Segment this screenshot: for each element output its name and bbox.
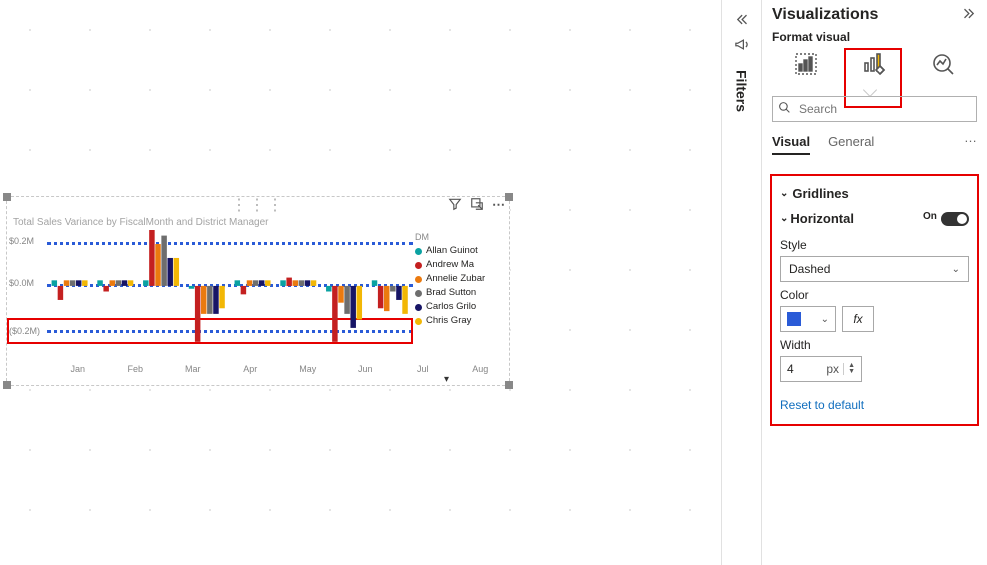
search-input[interactable]: [772, 96, 977, 122]
legend-item[interactable]: Carlos Grilo: [415, 300, 507, 314]
format-mode-row: [762, 44, 987, 94]
legend-overflow-icon[interactable]: ▾: [7, 374, 509, 385]
legend-title: DM: [415, 232, 507, 242]
legend-item-label: Carlos Grilo: [426, 300, 476, 314]
legend-item-label: Andrew Ma: [426, 258, 474, 272]
x-axis-tick: Jun: [337, 364, 395, 374]
legend-dot-icon: [415, 276, 422, 283]
width-value: 4: [787, 362, 794, 376]
horizontal-label: Horizontal: [790, 211, 854, 226]
color-picker[interactable]: ⌄: [780, 306, 836, 332]
format-visual-button[interactable]: [856, 48, 892, 80]
tab-general[interactable]: General: [828, 130, 874, 155]
legend-item[interactable]: Brad Sutton: [415, 286, 507, 300]
gridlines-header[interactable]: ⌄ Gridlines: [780, 182, 969, 205]
x-axis-tick: May: [279, 364, 337, 374]
chart-title: Total Sales Variance by FiscalMonth and …: [7, 215, 509, 230]
x-axis: JanFebMarAprMayJunJulAug: [7, 364, 509, 374]
x-axis-tick: Aug: [452, 364, 510, 374]
style-label: Style: [780, 238, 969, 252]
focus-mode-icon[interactable]: [470, 197, 484, 214]
filters-rail[interactable]: Filters: [721, 0, 761, 565]
legend-item[interactable]: Allan Guinot: [415, 244, 507, 258]
search-icon: [778, 101, 791, 117]
chart-visual-frame[interactable]: ⋮⋮⋮ ⋯ Total Sales Variance by FiscalMont…: [6, 196, 510, 386]
analytics-button[interactable]: [925, 48, 961, 80]
style-value: Dashed: [789, 262, 830, 276]
gridlines-section: ⌄ Gridlines ⌄ Horizontal On Style Dashed…: [770, 174, 979, 426]
conditional-format-button[interactable]: fx: [842, 306, 874, 332]
more-options-icon[interactable]: ⋯: [492, 197, 505, 214]
chevron-down-icon: ⌄: [952, 264, 960, 275]
tabs-overflow-icon[interactable]: …: [964, 130, 977, 155]
legend-dot-icon: [415, 262, 422, 269]
legend-item-label: Brad Sutton: [426, 286, 476, 300]
legend-item-label: Chris Gray: [426, 314, 471, 328]
tab-visual[interactable]: Visual: [772, 130, 810, 155]
toggle-knob: [957, 214, 967, 224]
reset-to-default-link[interactable]: Reset to default: [780, 398, 969, 412]
x-axis-tick: Jul: [394, 364, 452, 374]
announce-icon[interactable]: [734, 37, 749, 56]
collapse-panel-icon[interactable]: [734, 12, 749, 31]
y-axis-tick: $0.0M: [9, 278, 34, 288]
chart-legend: DM Allan GuinotAndrew MaAnnelie ZubarBra…: [413, 230, 509, 364]
visualizations-panel: Visualizations Format visual: [761, 0, 987, 565]
chevron-down-icon: ⌄: [821, 314, 829, 325]
color-label: Color: [780, 288, 969, 302]
y-axis-tick: $0.2M: [9, 236, 34, 246]
style-dropdown[interactable]: Dashed ⌄: [780, 256, 969, 282]
drag-grip-icon[interactable]: ⋮⋮⋮: [231, 203, 285, 209]
filters-pane-label[interactable]: Filters: [734, 70, 750, 112]
width-unit: px: [826, 362, 839, 376]
color-swatch: [787, 312, 801, 326]
width-stepper[interactable]: 4 px ▲ ▼: [780, 356, 862, 382]
panel-title: Visualizations: [772, 6, 878, 24]
chevron-down-icon: ⌄: [780, 188, 788, 199]
legend-item[interactable]: Chris Gray: [415, 314, 507, 328]
legend-item-label: Allan Guinot: [426, 244, 478, 258]
chart-plot-area: $0.2M $0.0M ($0.2M): [7, 230, 413, 364]
width-label: Width: [780, 338, 969, 352]
visual-header[interactable]: ⋮⋮⋮ ⋯: [7, 197, 509, 215]
gridlines-title: Gridlines: [792, 186, 848, 201]
legend-dot-icon: [415, 290, 422, 297]
legend-item-label: Annelie Zubar: [426, 272, 485, 286]
horizontal-header[interactable]: ⌄ Horizontal On: [780, 205, 969, 232]
legend-item[interactable]: Annelie Zubar: [415, 272, 507, 286]
x-axis-tick: Jan: [49, 364, 107, 374]
legend-item[interactable]: Andrew Ma: [415, 258, 507, 272]
filter-icon[interactable]: [448, 197, 462, 214]
build-visual-button[interactable]: [788, 48, 824, 80]
legend-dot-icon: [415, 318, 422, 325]
horizontal-toggle[interactable]: On: [941, 212, 969, 226]
legend-dot-icon: [415, 304, 422, 311]
x-axis-tick: Mar: [164, 364, 222, 374]
chevron-down-icon: ⌄: [780, 213, 788, 224]
x-axis-tick: Feb: [107, 364, 165, 374]
step-down-icon[interactable]: ▼: [848, 369, 855, 375]
report-canvas[interactable]: ⋮⋮⋮ ⋯ Total Sales Variance by FiscalMont…: [0, 0, 721, 565]
x-axis-tick: Apr: [222, 364, 280, 374]
panel-subtitle: Format visual: [762, 30, 987, 44]
resize-handle[interactable]: [3, 381, 11, 389]
bars-svg: [47, 230, 413, 342]
expand-panel-icon[interactable]: [962, 6, 977, 24]
legend-dot-icon: [415, 248, 422, 255]
format-tabs: Visual General …: [762, 130, 987, 160]
fx-label: fx: [853, 312, 862, 326]
resize-handle[interactable]: [505, 381, 513, 389]
